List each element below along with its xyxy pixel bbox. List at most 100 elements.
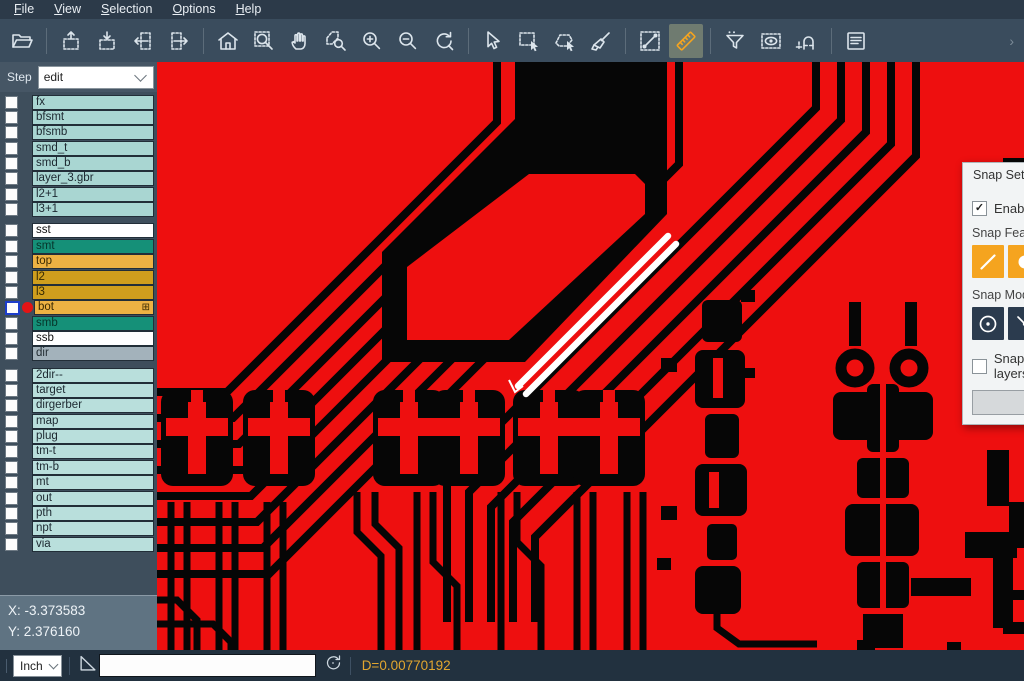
snap-center-button[interactable] [972, 307, 1004, 340]
panels-icon[interactable] [839, 24, 873, 58]
layer-visibility-checkbox[interactable] [5, 538, 18, 551]
layer-row[interactable]: plug⊞ [0, 430, 157, 444]
layer-visibility-checkbox[interactable] [5, 369, 18, 382]
layer-label[interactable]: npt⊞ [32, 521, 154, 536]
pcb-canvas[interactable]: Snap Settings x ✓ Enable Snapping Snap F… [157, 62, 1024, 650]
layer-visibility-checkbox[interactable] [5, 430, 18, 443]
layer-label[interactable]: sst⊞ [32, 223, 154, 238]
layer-label[interactable]: bot⊞ [34, 300, 154, 315]
home-view-icon[interactable] [211, 24, 245, 58]
layer-row[interactable]: bot⊞ [0, 301, 157, 315]
layer-label[interactable]: bfsmt⊞ [32, 110, 154, 125]
layer-label[interactable]: smb⊞ [32, 316, 154, 331]
layer-row[interactable]: out⊞ [0, 491, 157, 505]
layer-label[interactable]: out⊞ [32, 491, 154, 506]
dialog-titlebar[interactable]: Snap Settings x [963, 163, 1024, 187]
layer-label[interactable]: smt⊞ [32, 239, 154, 254]
menu-help[interactable]: Help [226, 0, 272, 19]
layer-row[interactable]: smt⊞ [0, 239, 157, 253]
layer-row[interactable]: smd_b⊞ [0, 157, 157, 171]
layer-label[interactable]: l2⊞ [32, 270, 154, 285]
layer-label[interactable]: plug⊞ [32, 429, 154, 444]
layer-visibility-checkbox[interactable] [5, 347, 18, 360]
layer-visibility-checkbox[interactable] [5, 301, 20, 315]
layer-label[interactable]: bfsmb⊞ [32, 125, 154, 140]
layer-visibility-checkbox[interactable] [5, 522, 18, 535]
layer-row[interactable]: mt⊞ [0, 476, 157, 490]
angle-mode-icon[interactable] [77, 652, 99, 679]
layer-visibility-checkbox[interactable] [5, 203, 18, 216]
layer-visibility-checkbox[interactable] [5, 445, 18, 458]
view-window-icon[interactable] [754, 24, 788, 58]
layer-label[interactable]: target⊞ [32, 383, 154, 398]
layer-label[interactable]: ssb⊞ [32, 331, 154, 346]
menu-selection[interactable]: Selection [91, 0, 162, 19]
layer-visibility-checkbox[interactable] [5, 157, 18, 170]
open-file-icon[interactable] [5, 24, 39, 58]
layer-label[interactable]: dirgerber⊞ [32, 398, 154, 413]
layer-label[interactable]: map⊞ [32, 414, 154, 429]
layer-row[interactable]: tm-b⊞ [0, 460, 157, 474]
layer-visibility-checkbox[interactable] [5, 384, 18, 397]
layer-visibility-checkbox[interactable] [5, 492, 18, 505]
zoom-out-icon[interactable] [391, 24, 425, 58]
layer-visibility-checkbox[interactable] [5, 507, 18, 520]
layer-label[interactable]: l3+1⊞ [32, 202, 154, 217]
layer-row[interactable]: smd_t⊞ [0, 141, 157, 155]
layer-visibility-checkbox[interactable] [5, 126, 18, 139]
import-right-icon[interactable] [162, 24, 196, 58]
layer-row[interactable]: layer_3.gbr⊞ [0, 172, 157, 186]
select-pointer-icon[interactable] [476, 24, 510, 58]
layer-label[interactable]: mt⊞ [32, 475, 154, 490]
unit-select[interactable]: Inch [13, 655, 62, 677]
layer-label[interactable]: top⊞ [32, 254, 154, 269]
import-left-icon[interactable] [126, 24, 160, 58]
select-polygon-icon[interactable] [548, 24, 582, 58]
filter-icon[interactable] [718, 24, 752, 58]
layer-label[interactable]: l3⊞ [32, 285, 154, 300]
layer-label[interactable]: dir⊞ [32, 346, 154, 361]
layer-row[interactable]: pth⊞ [0, 506, 157, 520]
layer-row[interactable]: 2dir--⊞ [0, 368, 157, 382]
clear-brush-icon[interactable] [584, 24, 618, 58]
layer-label[interactable]: pth⊞ [32, 506, 154, 521]
layer-row[interactable]: l2⊞ [0, 270, 157, 284]
layer-row[interactable]: bfsmt⊞ [0, 110, 157, 124]
layer-visibility-checkbox[interactable] [5, 142, 18, 155]
layer-label[interactable]: fx⊞ [32, 95, 154, 110]
layer-row[interactable]: l3⊞ [0, 285, 157, 299]
command-input[interactable] [99, 654, 316, 677]
snap-line-button[interactable] [972, 245, 1004, 278]
layer-visibility-checkbox[interactable] [5, 255, 18, 268]
select-window-icon[interactable] [512, 24, 546, 58]
layer-label[interactable]: tm-b⊞ [32, 460, 154, 475]
layer-row[interactable]: target⊞ [0, 383, 157, 397]
pan-hand-icon[interactable] [283, 24, 317, 58]
layer-row[interactable]: top⊞ [0, 255, 157, 269]
zoom-polygon-icon[interactable] [319, 24, 353, 58]
layer-row[interactable]: ssb⊞ [0, 331, 157, 345]
command-input-field[interactable] [104, 655, 315, 678]
layer-visibility-checkbox[interactable] [5, 240, 18, 253]
import-up-icon[interactable] [54, 24, 88, 58]
step-select[interactable]: edit [38, 66, 154, 89]
snap-midpoint-button[interactable] [1008, 307, 1024, 340]
snap-circle-button[interactable] [1008, 245, 1024, 278]
layer-row[interactable]: l2+1⊞ [0, 187, 157, 201]
enable-snapping-row[interactable]: ✓ Enable Snapping [972, 201, 1024, 216]
layer-visibility-checkbox[interactable] [5, 111, 18, 124]
toolbar-overflow-icon[interactable]: › [1009, 33, 1020, 49]
layer-label[interactable]: smd_b⊞ [32, 156, 154, 171]
layer-label[interactable]: tm-t⊞ [32, 444, 154, 459]
menu-options[interactable]: Options [162, 0, 225, 19]
close-button[interactable]: Close [972, 390, 1024, 415]
enable-snapping-checkbox[interactable]: ✓ [972, 201, 987, 216]
layer-row[interactable]: npt⊞ [0, 522, 157, 536]
menu-view[interactable]: View [44, 0, 91, 19]
all-layers-checkbox[interactable]: ✓ [972, 359, 987, 374]
zoom-in-icon[interactable] [355, 24, 389, 58]
layer-label[interactable]: via⊞ [32, 537, 154, 552]
snap-magnet-icon[interactable] [790, 24, 824, 58]
measure-ruler-icon[interactable] [669, 24, 703, 58]
layer-label[interactable]: 2dir--⊞ [32, 368, 154, 383]
